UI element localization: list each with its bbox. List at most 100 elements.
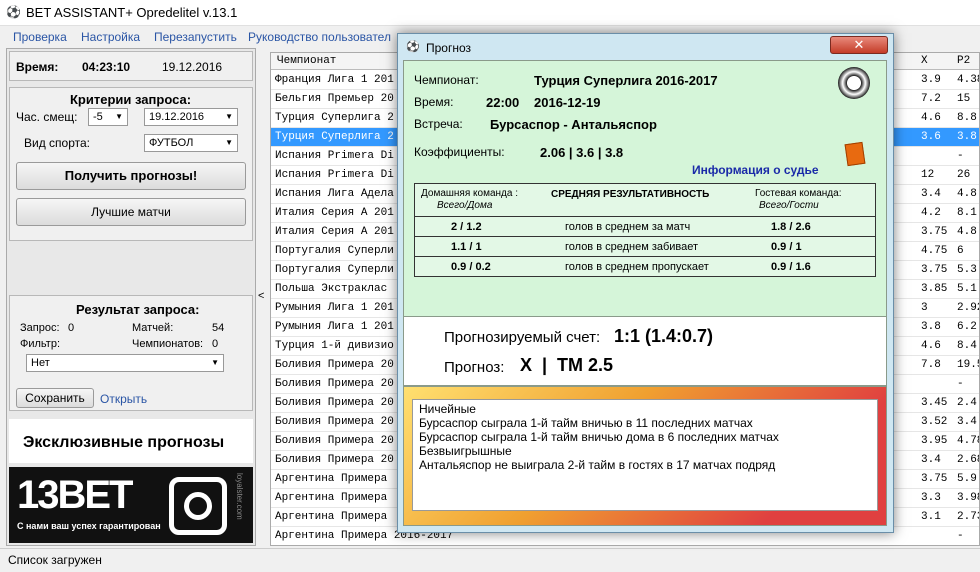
cell-odds-p2: 3.8 bbox=[957, 131, 977, 143]
stat-label: голов в среднем за матч bbox=[565, 221, 691, 233]
col-header-p2[interactable]: P2 bbox=[957, 55, 970, 67]
cell-champ: Турция Суперлига 2 bbox=[275, 131, 394, 143]
time-value: 04:23:10 bbox=[82, 60, 131, 74]
cell-odds-p2: - bbox=[957, 378, 964, 390]
col-header-x[interactable]: X bbox=[921, 55, 928, 67]
stat-label: голов в среднем забивает bbox=[565, 241, 699, 253]
cell-odds-p2: 8.8 bbox=[957, 112, 977, 124]
tz-select[interactable]: -5 bbox=[88, 108, 128, 126]
stats-row: 1.1 / 1 голов в среднем забивает 0.9 / 1 bbox=[415, 236, 875, 256]
card-icon bbox=[844, 141, 866, 167]
menu-item-restart[interactable]: Перезапустить bbox=[154, 30, 237, 44]
menu-item-check[interactable]: Проверка bbox=[13, 30, 67, 44]
comments-box[interactable]: Ничейные Бурсаспор сыграла 1-й тайм вничь… bbox=[412, 399, 878, 511]
filter-select[interactable]: Нет bbox=[26, 354, 224, 372]
cell-champ: Испания Лига Адела bbox=[275, 188, 394, 200]
forecast-label: Прогноз: bbox=[444, 359, 505, 376]
cell-odds-p2: - bbox=[957, 530, 964, 542]
comment-line: Бурсаспор сыграла 1-й тайм вничью в 11 п… bbox=[419, 416, 753, 430]
away-stat: 0.9 / 1 bbox=[771, 241, 802, 253]
cell-odds-p2: 4.8 bbox=[957, 226, 977, 238]
cell-champ: Италия Серия А 201 bbox=[275, 226, 394, 238]
away-header: Гостевая команда: bbox=[755, 188, 842, 199]
stat-label: голов в среднем пропускает bbox=[565, 261, 709, 273]
cell-champ: Турция 1-й дивизио bbox=[275, 340, 394, 352]
stats-row: 2 / 1.2 голов в среднем за матч 1.8 / 2.6 bbox=[415, 216, 875, 236]
col-header-champ[interactable]: Чемпионат bbox=[277, 55, 336, 67]
cell-odds-x: 3.4 bbox=[921, 188, 941, 200]
home-stat: 1.1 / 1 bbox=[451, 241, 482, 253]
cell-odds-p2: 6 bbox=[957, 245, 964, 257]
criteria-title: Критерии запроса: bbox=[70, 92, 192, 107]
cell-champ: Боливия Примера 20 bbox=[275, 378, 394, 390]
cell-odds-x: 3.3 bbox=[921, 492, 941, 504]
cell-champ: Боливия Примера 20 bbox=[275, 359, 394, 371]
match-teams: Бурсаспор - Антальяспор bbox=[490, 117, 657, 132]
cell-odds-x: 3.52 bbox=[921, 416, 948, 428]
cell-odds-p2: 4.38 bbox=[957, 74, 979, 86]
cell-champ: Франция Лига 1 201 bbox=[275, 74, 394, 86]
logo-text: 13BET bbox=[17, 473, 133, 517]
cell-champ: Аргентина Примера bbox=[275, 511, 388, 523]
cell-odds-p2: 5.9 bbox=[957, 473, 977, 485]
cell-odds-p2: 2.68 bbox=[957, 454, 979, 466]
dialog-title: Прогноз bbox=[426, 41, 472, 55]
champs-value: 0 bbox=[212, 338, 219, 350]
open-link[interactable]: Открыть bbox=[100, 392, 147, 406]
collapse-arrow-icon[interactable]: < bbox=[258, 290, 264, 302]
home-subheader: Всего/Дома bbox=[437, 200, 493, 211]
cell-odds-x: 4.6 bbox=[921, 112, 941, 124]
champs-label: Чемпионатов: bbox=[132, 338, 204, 350]
forecast-dialog: ⚽ Прогноз ✕ Чемпионат: Турция Суперлига … bbox=[397, 33, 894, 533]
cell-odds-p2: 2.4 bbox=[957, 397, 977, 409]
cell-odds-p2: 6.2 bbox=[957, 321, 977, 333]
cell-champ: Португалия Суперли bbox=[275, 264, 394, 276]
filter-label: Фильтр: bbox=[20, 338, 61, 350]
away-stat: 1.8 / 2.6 bbox=[771, 221, 811, 233]
menu-item-manual[interactable]: Руководство пользовател bbox=[248, 30, 391, 44]
cell-odds-x: 3.8 bbox=[921, 321, 941, 333]
sport-label: Вид спорта: bbox=[24, 136, 90, 150]
champ-label: Чемпионат: bbox=[414, 73, 479, 87]
comment-line: Безвыигрышные bbox=[419, 444, 512, 458]
logo-banner[interactable]: 13BET С нами ваш успех гарантирован loya… bbox=[9, 467, 253, 543]
exclusive-banner[interactable]: Эксклюзивные прогнозы bbox=[9, 419, 253, 463]
date-picker[interactable]: 19.12.2016 bbox=[144, 108, 238, 126]
best-matches-button[interactable]: Лучшие матчи bbox=[16, 198, 246, 226]
referee-link[interactable]: Информация о судье bbox=[692, 163, 819, 177]
logo-mark-icon bbox=[169, 477, 227, 535]
home-stat: 2 / 1.2 bbox=[451, 221, 482, 233]
cell-champ: Румыния Лига 1 201 bbox=[275, 321, 394, 333]
sport-select[interactable]: ФУТБОЛ bbox=[144, 134, 238, 152]
menu-item-settings[interactable]: Настройка bbox=[81, 30, 140, 44]
cell-odds-x: 3.6 bbox=[921, 131, 941, 143]
cell-odds-p2: 2.92 bbox=[957, 302, 979, 314]
cell-odds-p2: 8.4 bbox=[957, 340, 977, 352]
cell-odds-x: 12 bbox=[921, 169, 935, 181]
forecast-value: X | ТМ 2.5 bbox=[520, 355, 614, 375]
time-label: Время: bbox=[414, 95, 454, 109]
cell-odds-x: 7.2 bbox=[921, 93, 941, 105]
cell-odds-p2: 4.8 bbox=[957, 188, 977, 200]
request-label: Запрос: bbox=[20, 322, 60, 334]
criteria-box: Критерии запроса: Час. смещ: -5 19.12.20… bbox=[9, 87, 253, 241]
save-button[interactable]: Сохранить bbox=[16, 388, 94, 408]
cell-champ: Испания Primera Di bbox=[275, 150, 394, 162]
cell-champ: Испания Primera Di bbox=[275, 169, 394, 181]
close-icon[interactable]: ✕ bbox=[830, 36, 888, 54]
stats-row: 0.9 / 0.2 голов в среднем пропускает 0.9 /… bbox=[415, 256, 875, 276]
comment-line: Ничейные bbox=[419, 402, 476, 416]
away-subheader: Всего/Гости bbox=[759, 200, 819, 211]
tz-label: Час. смещ: bbox=[16, 110, 78, 124]
match-date: 2016-12-19 bbox=[534, 95, 601, 110]
dialog-icon: ⚽ bbox=[406, 41, 420, 53]
menu-bar: Проверка Настройка Перезапустить Руковод… bbox=[0, 28, 400, 46]
left-panel: Время: 04:23:10 19.12.2016 Критерии запр… bbox=[6, 48, 256, 546]
status-text: Список загружен bbox=[8, 553, 102, 567]
cell-odds-p2: 19.5 bbox=[957, 359, 979, 371]
get-forecasts-button[interactable]: Получить прогнозы! bbox=[16, 162, 246, 190]
cell-champ: Аргентина Примера bbox=[275, 473, 388, 485]
cell-champ: Италия Серия А 201 bbox=[275, 207, 394, 219]
result-box: Результат запроса: Запрос: 0 Матчей: 54 … bbox=[9, 295, 253, 411]
status-bar: Список загружен bbox=[0, 548, 980, 572]
